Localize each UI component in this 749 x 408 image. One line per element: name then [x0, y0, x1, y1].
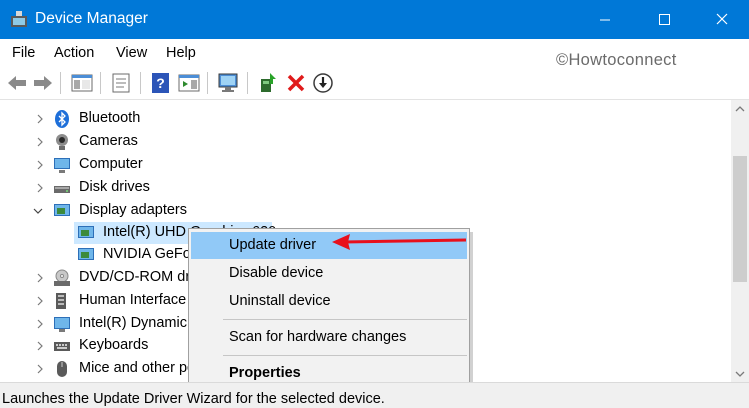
chevron-right-icon[interactable] — [34, 182, 46, 194]
console-tree-icon[interactable] — [70, 71, 94, 95]
update-driver-icon[interactable] — [256, 71, 280, 95]
properties-sheet-icon[interactable] — [110, 71, 134, 95]
intel-dynamic-icon — [54, 317, 70, 332]
chevron-right-icon[interactable] — [34, 113, 46, 125]
tree-item-computer[interactable]: Computer — [0, 154, 731, 176]
svg-text:?: ? — [156, 75, 165, 91]
chevron-right-icon[interactable] — [34, 272, 46, 284]
computer-icon — [54, 158, 70, 173]
scroll-up-icon[interactable] — [731, 100, 749, 118]
close-icon — [716, 13, 728, 25]
keyboard-icon — [54, 342, 70, 351]
status-bar: Launches the Update Driver Wizard for th… — [0, 382, 749, 408]
context-item-label: Properties — [229, 365, 301, 381]
display-adapter-icon — [54, 204, 70, 216]
forward-arrow-icon[interactable] — [31, 71, 55, 95]
enable-device-icon[interactable] — [311, 71, 335, 95]
context-disable-device[interactable]: Disable device — [191, 260, 467, 287]
title-bar: Device Manager — [0, 0, 749, 39]
back-arrow-icon[interactable] — [5, 71, 29, 95]
context-item-label: Disable device — [229, 265, 324, 281]
tree-item-disk-drives[interactable]: Disk drives — [0, 177, 731, 199]
scrollbar-thumb[interactable] — [733, 156, 747, 282]
tree-item-label: Computer — [79, 156, 143, 172]
menu-bar: File Action View Help ©Howtoconnect — [0, 39, 749, 69]
chevron-right-icon[interactable] — [34, 295, 46, 307]
display-adapter-icon — [78, 248, 94, 260]
chevron-right-icon[interactable] — [34, 136, 46, 148]
context-item-label: Update driver — [229, 237, 317, 253]
disk-drive-icon — [54, 186, 70, 193]
menu-file[interactable]: File — [12, 45, 35, 61]
maximize-icon — [659, 14, 670, 25]
toolbar-separator — [247, 72, 248, 94]
tree-item-bluetooth[interactable]: Bluetooth — [0, 108, 731, 130]
minimize-button[interactable] — [582, 0, 628, 39]
context-item-label: Uninstall device — [229, 293, 331, 309]
chevron-right-icon[interactable] — [34, 363, 46, 375]
tree-item-label: Cameras — [79, 133, 138, 149]
chevron-right-icon[interactable] — [34, 340, 46, 352]
tree-item-label: Display adapters — [79, 202, 187, 218]
menu-action[interactable]: Action — [54, 45, 94, 61]
toolbar-separator — [100, 72, 101, 94]
scan-hardware-icon[interactable] — [216, 71, 240, 95]
toolbar-separator — [140, 72, 141, 94]
maximize-button[interactable] — [641, 0, 687, 39]
context-item-label: Scan for hardware changes — [229, 329, 407, 345]
tree-item-cameras[interactable]: Cameras — [0, 131, 731, 153]
tree-item-label: Bluetooth — [79, 110, 141, 126]
context-uninstall-device[interactable]: Uninstall device — [191, 288, 467, 315]
display-adapter-icon — [78, 226, 94, 238]
toolbar-separator — [60, 72, 61, 94]
context-menu: Update driver Disable device Uninstall d… — [188, 228, 470, 389]
uninstall-icon[interactable] — [284, 71, 308, 95]
tree-item-label: Disk drives — [79, 179, 150, 195]
toolbar-separator — [207, 72, 208, 94]
context-separator — [223, 355, 467, 356]
context-scan-hardware[interactable]: Scan for hardware changes — [191, 324, 467, 351]
minimize-icon — [600, 19, 610, 21]
bluetooth-icon — [55, 110, 69, 128]
vertical-scrollbar[interactable] — [731, 100, 749, 383]
device-manager-icon — [11, 11, 27, 27]
tree-item-label: Keyboards — [79, 337, 149, 353]
action-pane-icon[interactable] — [177, 71, 201, 95]
menu-help[interactable]: Help — [166, 45, 196, 61]
status-text: Launches the Update Driver Wizard for th… — [2, 391, 385, 407]
tree-item-display-adapters[interactable]: Display adapters — [0, 200, 731, 222]
chevron-right-icon[interactable] — [34, 159, 46, 171]
chevron-right-icon[interactable] — [34, 318, 46, 330]
close-button[interactable] — [699, 0, 745, 39]
mouse-icon — [57, 361, 67, 377]
help-icon[interactable]: ? — [149, 71, 173, 95]
dvd-drive-icon — [54, 269, 70, 286]
context-separator — [223, 319, 467, 320]
context-update-driver[interactable]: Update driver — [191, 232, 467, 259]
chevron-down-icon[interactable] — [32, 205, 44, 217]
scroll-down-icon[interactable] — [731, 365, 749, 383]
camera-icon — [56, 134, 68, 150]
hid-icon — [56, 293, 66, 309]
window-title: Device Manager — [35, 10, 148, 27]
toolbar: ? — [0, 67, 749, 99]
menu-view[interactable]: View — [116, 45, 147, 61]
